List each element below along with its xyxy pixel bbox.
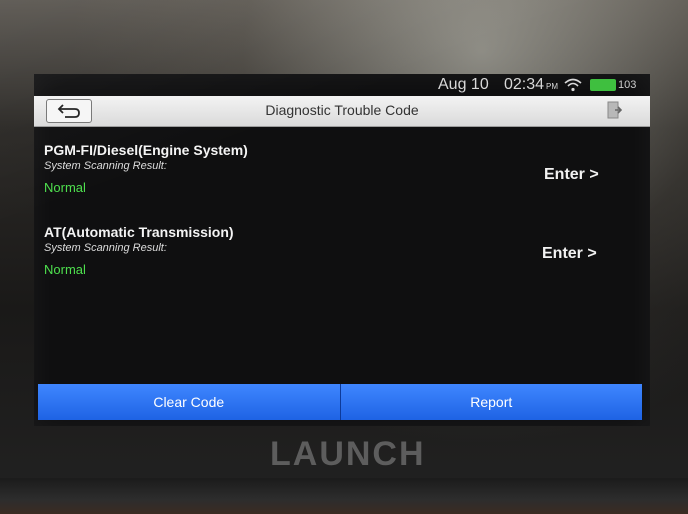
page-title: Diagnostic Trouble Code [265, 102, 419, 118]
screen: Aug 10 02:34 PM 103 Diagnostic Trouble Co… [34, 74, 650, 426]
brand-logo: LAUNCH [270, 435, 426, 473]
bottom-action-bar: Clear Code Report [38, 384, 642, 420]
battery-icon [590, 79, 616, 91]
status-date: Aug 10 [438, 76, 489, 93]
status-ampm: PM [546, 82, 559, 91]
status-time-value: 02:34 [504, 76, 545, 93]
system-result-label: System Scanning Result: [44, 242, 167, 254]
title-bar: Diagnostic Trouble Code [34, 96, 650, 127]
system-item-transmission: AT(Automatic Transmission) System Scanni… [44, 224, 624, 277]
exit-icon [607, 101, 622, 119]
system-name: PGM-FI/Diesel(Engine System) [44, 142, 248, 158]
exit-button[interactable] [592, 99, 636, 121]
system-status: Normal [44, 180, 86, 195]
wifi-icon [564, 78, 582, 92]
battery-percent: 103 [618, 79, 637, 91]
system-item-engine: PGM-FI/Diesel(Engine System) System Scan… [44, 142, 624, 195]
status-bar: Aug 10 02:34 PM 103 [34, 74, 650, 96]
system-name: AT(Automatic Transmission) [44, 224, 234, 240]
enter-button-engine[interactable]: Enter > [544, 166, 599, 184]
enter-button-transmission[interactable]: Enter > [542, 245, 597, 263]
system-result-label: System Scanning Result: [44, 160, 167, 172]
device-bezel [0, 478, 688, 514]
system-status: Normal [44, 262, 86, 277]
report-button[interactable]: Report [339, 384, 642, 420]
clear-code-button[interactable]: Clear Code [38, 384, 340, 420]
status-time: 02:34 PM [504, 76, 558, 94]
